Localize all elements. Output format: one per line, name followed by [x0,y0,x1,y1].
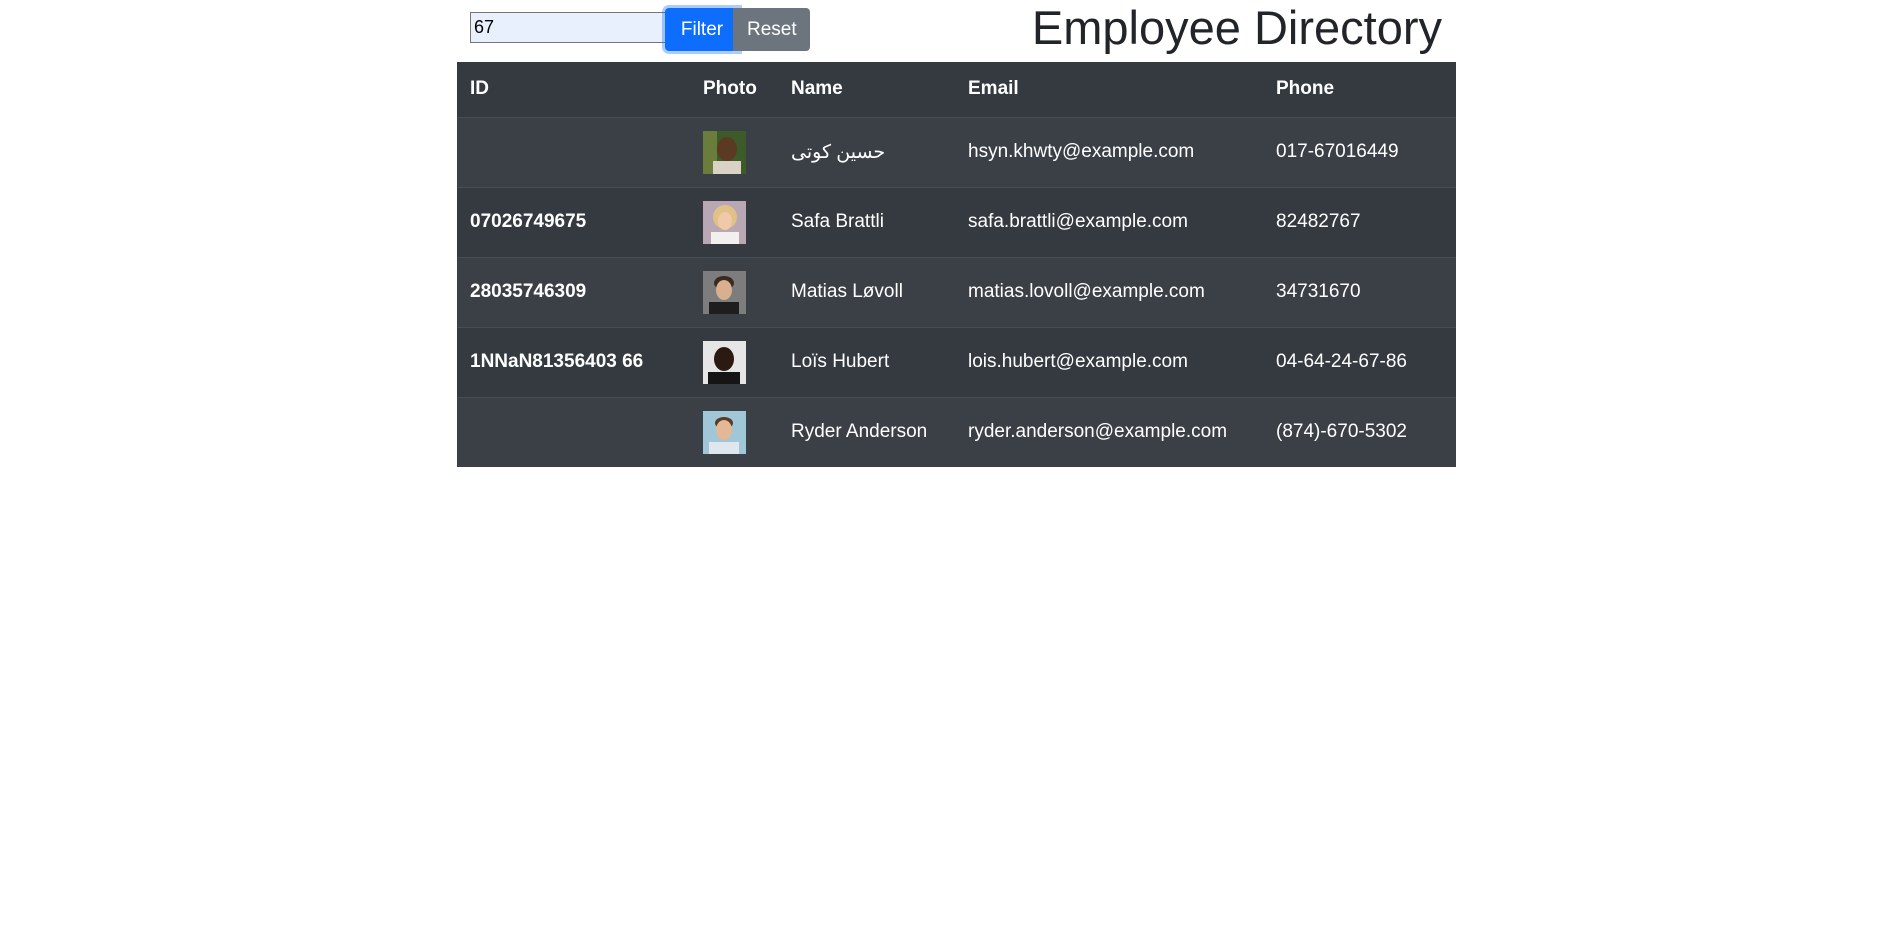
avatar [703,270,746,314]
avatar-photo-image [703,200,746,244]
employee-table: ID Photo Name Email Phone حسین کوتی hsyn… [457,62,1456,467]
search-input[interactable] [470,12,666,43]
column-header-photo[interactable]: Photo [690,62,778,117]
id-cell: 1NNaN81356403 66 [457,326,690,397]
photo-cell [690,326,778,397]
page-title: Employee Directory [1031,1,1442,54]
column-header-phone[interactable]: Phone [1263,62,1456,117]
table-row[interactable]: 07026749675 Safa Brattli safa.brattli@ex… [457,186,1456,257]
phone-cell: (874)-670-5302 [1263,396,1456,467]
name-cell: Safa Brattli [778,186,955,257]
avatar-photo-image [703,130,746,174]
column-header-name[interactable]: Name [778,62,955,117]
avatar-photo-image [703,340,746,384]
table-body: حسین کوتی hsyn.khwty@example.com 017-670… [457,116,1456,467]
email-cell: matias.lovoll@example.com [955,256,1263,327]
email-cell: safa.brattli@example.com [955,186,1263,257]
photo-cell [690,396,778,467]
id-cell: 28035746309 [457,256,690,327]
photo-cell [690,186,778,257]
avatar [703,340,746,384]
avatar [703,410,746,454]
avatar [703,200,746,244]
id-cell: 07026749675 [457,186,690,257]
avatar [703,130,746,174]
phone-cell: 82482767 [1263,186,1456,257]
table-row[interactable]: 1NNaN81356403 66 Loïs Hubert lois.hubert… [457,326,1456,397]
phone-cell: 017-67016449 [1263,116,1456,187]
column-header-id[interactable]: ID [457,62,690,117]
column-header-email[interactable]: Email [955,62,1263,117]
phone-cell: 04-64-24-67-86 [1263,326,1456,397]
photo-cell [690,116,778,187]
name-cell: Matias Løvoll [778,256,955,327]
table-header: ID Photo Name Email Phone [457,62,1456,117]
toolbar: Filter Reset Employee Directory [457,0,1456,62]
table-header-row: ID Photo Name Email Phone [457,62,1456,117]
filter-button[interactable]: Filter [665,8,739,51]
phone-cell: 34731670 [1263,256,1456,327]
email-cell: lois.hubert@example.com [955,326,1263,397]
avatar-photo-image [703,270,746,314]
reset-button[interactable]: Reset [733,8,810,51]
table-row[interactable]: Ryder Anderson ryder.anderson@example.co… [457,396,1456,467]
name-cell: حسین کوتی [778,116,955,187]
id-cell [457,116,690,187]
table-row[interactable]: 28035746309 Matias Løvoll matias.lovoll@… [457,256,1456,327]
photo-cell [690,256,778,327]
main-container: Filter Reset Employee Directory ID Photo… [457,0,1456,467]
name-cell: Loïs Hubert [778,326,955,397]
email-cell: ryder.anderson@example.com [955,396,1263,467]
email-cell: hsyn.khwty@example.com [955,116,1263,187]
name-cell: Ryder Anderson [778,396,955,467]
table-row[interactable]: حسین کوتی hsyn.khwty@example.com 017-670… [457,116,1456,187]
avatar-photo-image [703,410,746,454]
id-cell [457,396,690,467]
